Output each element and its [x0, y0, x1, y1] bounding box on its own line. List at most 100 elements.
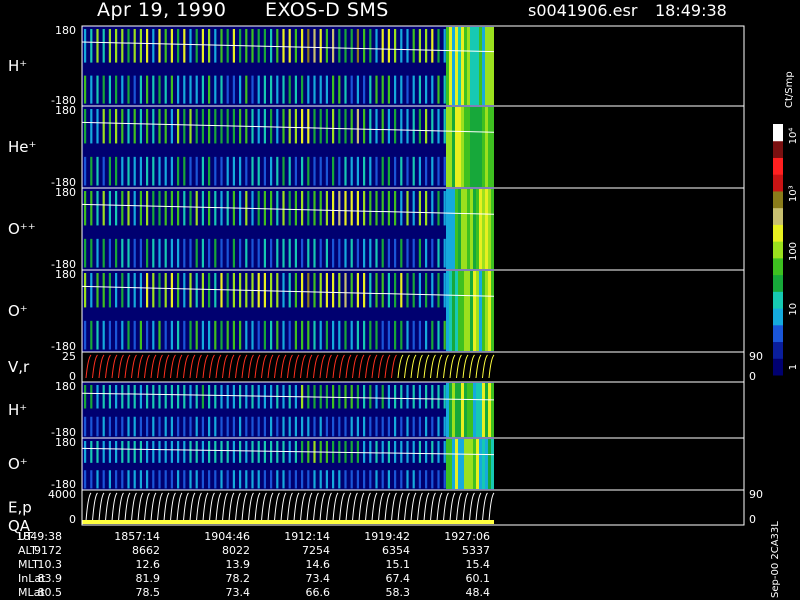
spin-stripe: [307, 109, 310, 144]
spin-stripe: [108, 29, 111, 63]
spin-stripe: [201, 273, 204, 308]
spin-stripe: [96, 416, 99, 437]
trace-arc: [319, 354, 326, 379]
panel-8: 90040000E,pQA: [8, 488, 763, 535]
spin-stripe: [115, 75, 118, 104]
trace-arc: [352, 354, 358, 379]
spin-stripe: [375, 320, 378, 350]
spin-stripe: [443, 320, 446, 350]
table-cell: 83.9: [38, 572, 63, 585]
trace-arc: [105, 492, 111, 522]
spin-stripe: [369, 238, 372, 268]
spin-stripe: [121, 75, 124, 104]
spin-stripe: [127, 29, 130, 63]
spin-stripe: [406, 238, 409, 268]
spin-stripe: [356, 441, 359, 463]
spin-stripe: [214, 441, 217, 463]
spin-stripe: [301, 156, 304, 186]
dense-column: [461, 439, 464, 489]
trace-arc: [254, 492, 261, 522]
spin-stripe: [214, 273, 217, 308]
spin-stripe: [270, 109, 273, 144]
spin-stripe: [363, 156, 366, 186]
spin-stripe: [282, 29, 285, 63]
dense-column: [452, 439, 455, 489]
dense-column: [491, 271, 494, 351]
spin-stripe: [425, 470, 428, 489]
spin-stripe: [102, 29, 105, 63]
trace-arc: [345, 492, 352, 522]
trace-arc: [150, 354, 157, 379]
spin-stripe: [96, 320, 99, 350]
dense-column: [482, 271, 485, 351]
trace-arc: [287, 354, 293, 379]
spin-stripe: [115, 156, 118, 186]
y-tick-top: 180: [55, 380, 76, 393]
trace-arc: [417, 354, 423, 379]
spin-stripe: [177, 273, 180, 308]
trace-arc: [144, 492, 150, 522]
spin-stripe: [183, 470, 186, 489]
spin-stripe: [90, 385, 93, 409]
colorbar-swatch: [773, 140, 783, 158]
spin-stripe: [201, 416, 204, 437]
spin-stripe: [406, 29, 409, 63]
spin-stripe: [276, 191, 279, 226]
spin-stripe: [158, 441, 161, 463]
dense-column: [467, 27, 470, 105]
spin-stripe: [369, 191, 372, 226]
spin-stripe: [127, 385, 130, 409]
trace-arc: [293, 492, 300, 522]
dense-column: [449, 271, 452, 351]
spin-stripe: [84, 238, 87, 268]
trace-arc: [391, 492, 397, 522]
panel-6: 180-180H⁺: [8, 380, 745, 439]
trace-arc: [274, 492, 280, 522]
spin-stripe: [201, 109, 204, 144]
spin-stripe: [239, 385, 242, 409]
spin-stripe: [437, 273, 440, 308]
dense-column: [485, 271, 488, 351]
spin-stripe: [400, 441, 403, 463]
colorbar-tick: 10³: [788, 185, 799, 202]
spin-stripe: [164, 191, 167, 226]
y-tick-top: 180: [55, 24, 76, 37]
trace-arc: [306, 354, 313, 379]
trace-arc: [261, 354, 267, 379]
spin-stripe: [375, 273, 378, 308]
dense-column: [446, 271, 449, 351]
spin-stripe: [84, 156, 87, 186]
spin-stripe: [313, 416, 316, 437]
dense-column: [476, 27, 479, 105]
spin-stripe: [344, 109, 347, 144]
spin-stripe: [406, 441, 409, 463]
spin-stripe: [232, 238, 235, 268]
spin-stripe: [375, 470, 378, 489]
spin-stripe: [412, 191, 415, 226]
spin-stripe: [189, 273, 192, 308]
spin-stripe: [418, 320, 421, 350]
spin-stripe: [263, 470, 266, 489]
y-tick-top: 180: [55, 436, 76, 449]
spin-stripe: [251, 385, 254, 409]
spin-stripe: [270, 470, 273, 489]
trace-arc: [371, 492, 378, 522]
spin-stripe: [102, 470, 105, 489]
dense-column: [446, 107, 449, 187]
spin-stripe: [195, 416, 198, 437]
spin-stripe: [344, 470, 347, 489]
trace-arc: [332, 354, 339, 379]
panel-label: O⁺: [8, 302, 28, 320]
spin-stripe: [375, 156, 378, 186]
spin-stripe: [406, 416, 409, 437]
dense-column: [482, 107, 485, 187]
spin-stripe: [195, 385, 198, 409]
spin-stripe: [90, 238, 93, 268]
spin-stripe: [394, 273, 397, 308]
spin-stripe: [158, 273, 161, 308]
dense-column: [488, 107, 491, 187]
spin-stripe: [195, 109, 198, 144]
spin-stripe: [350, 273, 353, 308]
spin-stripe: [270, 441, 273, 463]
dense-column: [482, 439, 485, 489]
